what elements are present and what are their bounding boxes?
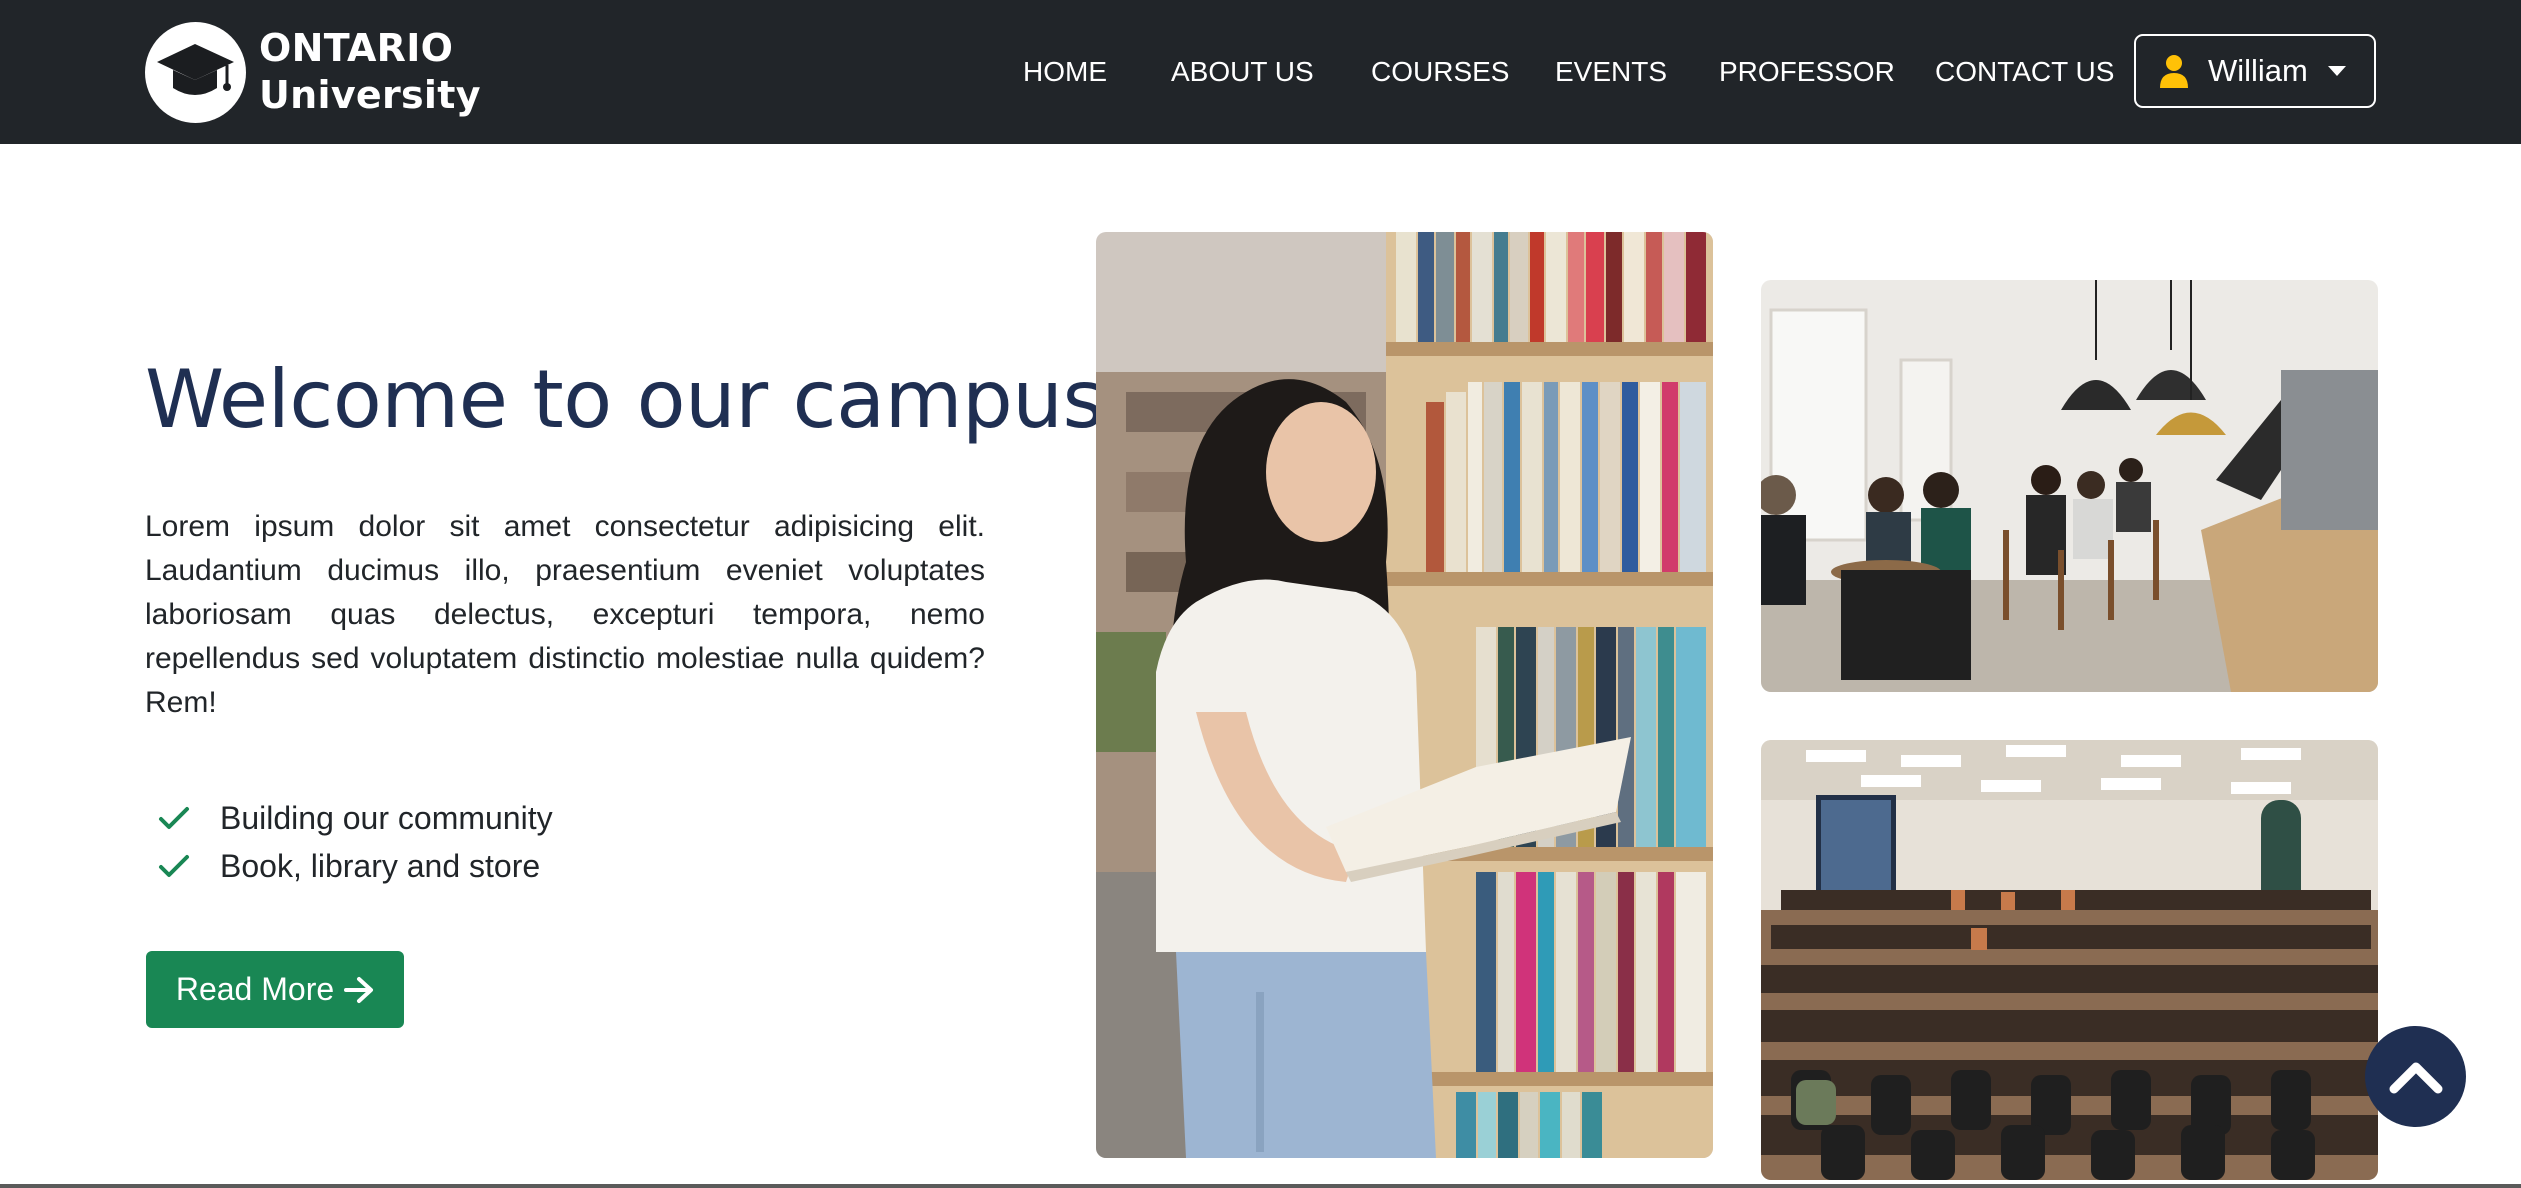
nav-about-us[interactable]: ABOUT US [1171, 52, 1314, 92]
brand-home-link[interactable]: ONTARIO University [145, 21, 481, 123]
nav-home[interactable]: HOME [1023, 52, 1107, 92]
user-icon [2160, 55, 2188, 88]
chevron-down-icon [2327, 66, 2346, 76]
lecture-hall-photo [1761, 740, 2378, 1180]
brand-line-1: ONTARIO [259, 26, 454, 70]
brand-line-2: University [259, 73, 481, 117]
graduation-cap-icon [145, 21, 246, 123]
feature-list: Building our community Book, library and… [158, 794, 553, 890]
user-name: William [2208, 53, 2308, 88]
feature-label: Book, library and store [220, 847, 541, 884]
nav-professor[interactable]: PROFESSOR [1719, 52, 1895, 92]
list-item: Book, library and store [158, 842, 553, 890]
feature-label: Building our community [220, 799, 553, 836]
page-bottom-divider [0, 1184, 2521, 1188]
check-icon [159, 807, 189, 829]
student-reading-in-library-photo [1096, 232, 1713, 1158]
read-more-label: Read More [175, 971, 335, 1007]
hero-paragraph: Lorem ipsum dolor sit amet consectetur a… [145, 510, 985, 719]
back-to-top-button[interactable] [2365, 1026, 2466, 1127]
campus-cafe-photo [1761, 280, 2378, 692]
user-menu-button[interactable]: William [2134, 34, 2376, 108]
arrow-right-icon [344, 976, 374, 1003]
read-more-button[interactable]: Read More [146, 951, 404, 1028]
page-title: Welcome to our campus [145, 353, 1104, 446]
chevron-up-icon [2389, 1062, 2442, 1093]
check-icon [159, 855, 189, 877]
navbar: ONTARIO University HOME ABOUT US COURSES… [0, 0, 2521, 144]
nav-events[interactable]: EVENTS [1555, 52, 1667, 92]
nav-contact-us[interactable]: CONTACT US [1935, 52, 2114, 92]
brand-name: ONTARIO University [259, 25, 481, 119]
list-item: Building our community [158, 794, 553, 842]
nav-courses[interactable]: COURSES [1371, 52, 1509, 92]
